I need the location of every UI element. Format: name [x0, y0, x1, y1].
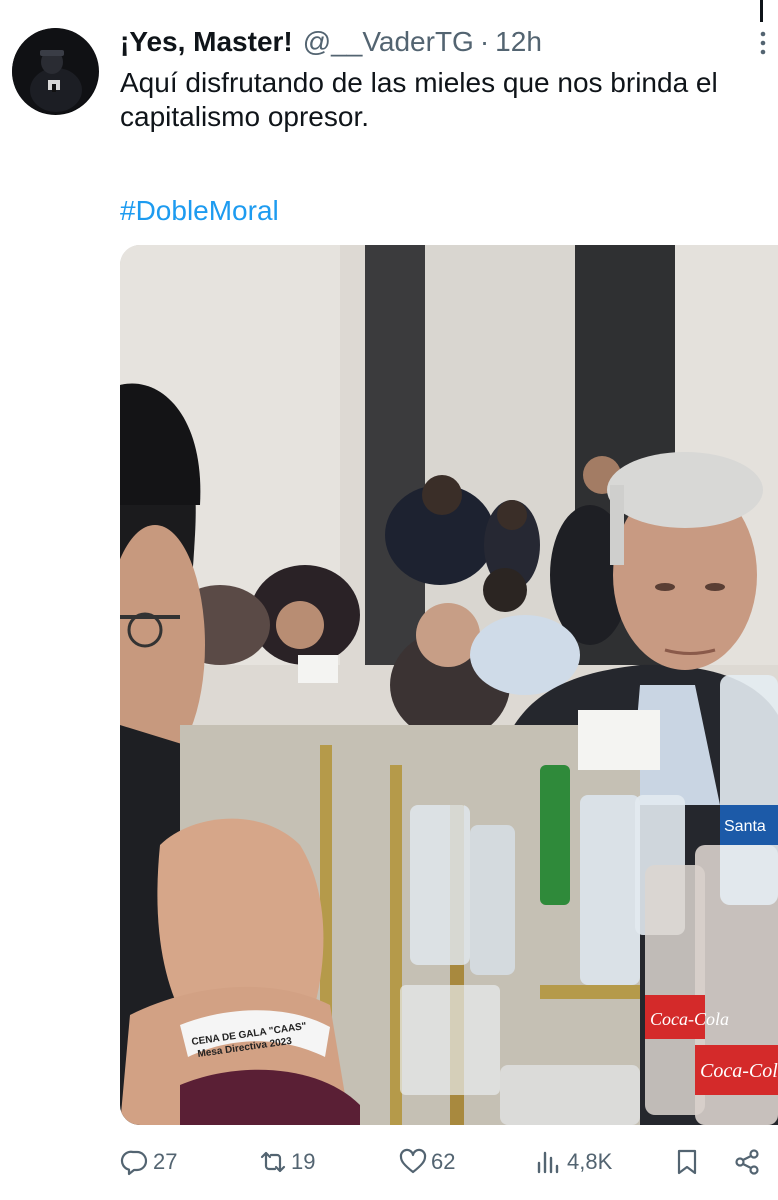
bookmark-icon: [677, 1149, 697, 1175]
views-count: 4,8K: [567, 1149, 613, 1174]
hashtag-link[interactable]: #DobleMoral: [120, 195, 279, 227]
retweet-icon: [260, 1151, 286, 1173]
coca-cola-label-right: Coca-Cola: [700, 1060, 778, 1082]
display-name[interactable]: ¡Yes, Master!: [120, 26, 293, 58]
water-label: Santa: [724, 818, 766, 835]
views-button[interactable]: 4,8K: [534, 1140, 612, 1184]
photo-scene: Coca-Cola Coca-Cola Santa CENA DE GALA "…: [120, 245, 778, 1125]
separator-dot: ·: [479, 26, 490, 57]
reply-icon: [120, 1150, 148, 1176]
retweet-count: 19: [291, 1149, 316, 1174]
timestamp[interactable]: 12h: [495, 26, 542, 58]
tweet-action-bar: 27 19 62 4,8K: [120, 1140, 778, 1184]
like-button[interactable]: 62: [398, 1140, 455, 1184]
views-icon: [537, 1151, 559, 1174]
avatar[interactable]: [12, 28, 99, 115]
heart-icon: [399, 1148, 427, 1174]
tweet-photo[interactable]: Coca-Cola Coca-Cola Santa CENA DE GALA "…: [120, 245, 778, 1125]
top-divider: [760, 0, 763, 22]
retweet-button[interactable]: 19: [258, 1140, 315, 1184]
tweet-text: Aquí disfrutando de las mieles que nos b…: [120, 67, 718, 132]
share-icon: [735, 1149, 759, 1175]
user-handle[interactable]: @__VaderTG: [303, 26, 474, 58]
like-count: 62: [431, 1149, 456, 1174]
reply-count: 27: [153, 1149, 178, 1174]
share-button[interactable]: [732, 1140, 762, 1184]
bookmark-button[interactable]: [672, 1140, 702, 1184]
tweet-header: ¡Yes, Master! @__VaderTG · 12h: [120, 22, 542, 62]
reply-button[interactable]: 27: [120, 1140, 177, 1184]
more-vertical-icon[interactable]: [752, 26, 774, 62]
coca-cola-label-left: Coca-Cola: [650, 1009, 729, 1029]
avatar-image: [12, 28, 98, 114]
